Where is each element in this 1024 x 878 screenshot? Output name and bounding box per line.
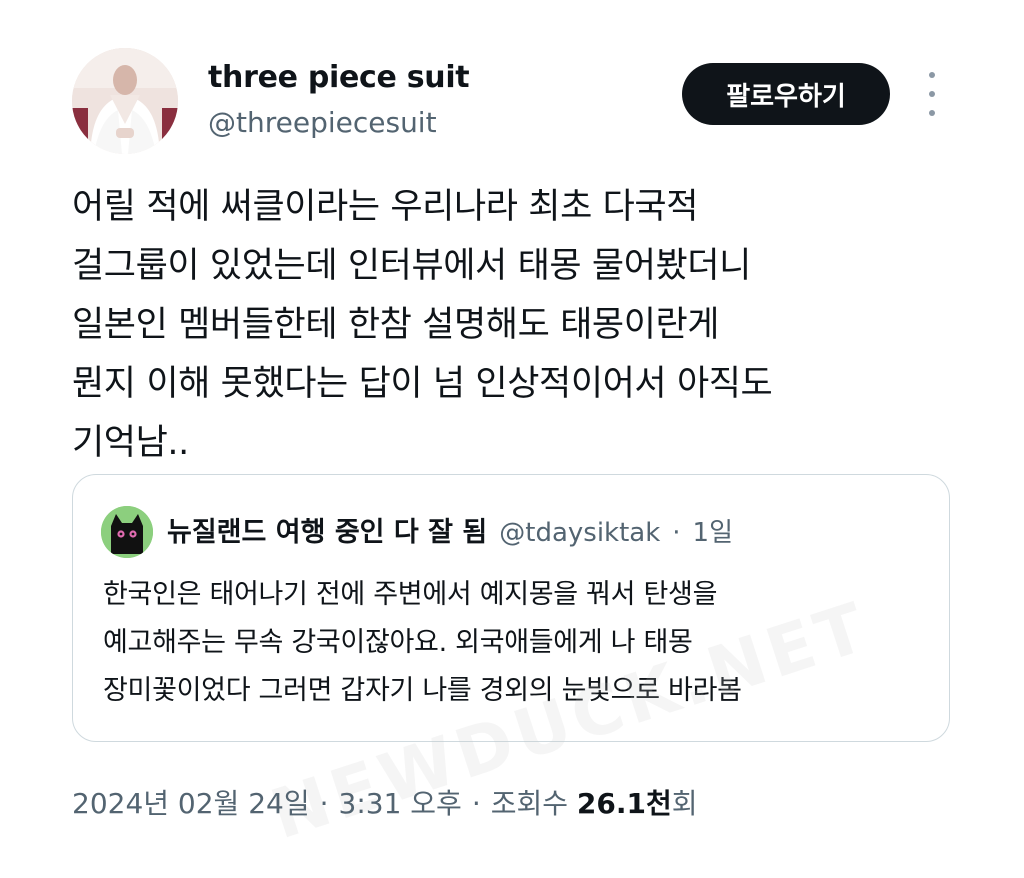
post-text-line: 기억남.. bbox=[72, 423, 189, 463]
views-count: 26.1 bbox=[576, 787, 647, 820]
post-footer: 2024년 02월 24일 · 3:31 오후 · 조회수 26.1천회 bbox=[72, 782, 698, 822]
post-text: 어릴 적에 써클이라는 우리나라 최초 다국적 걸그룹이 있었는데 인터뷰에서 … bbox=[72, 178, 952, 473]
author-avatar[interactable] bbox=[72, 48, 178, 154]
footer-separator: · bbox=[319, 787, 329, 820]
views-label-text: 조회수 bbox=[490, 787, 569, 820]
views-suffix: 회 bbox=[671, 787, 698, 820]
more-vertical-icon[interactable] bbox=[917, 72, 947, 116]
quote-author-avatar[interactable] bbox=[101, 506, 153, 558]
more-dot bbox=[929, 72, 935, 78]
more-dot bbox=[929, 91, 935, 97]
views-unit: 천 bbox=[646, 787, 672, 820]
post-text-line: 뭔지 이해 못했다는 답이 넘 인상적이어서 아직도 bbox=[72, 364, 773, 404]
cat-avatar-icon bbox=[101, 506, 153, 558]
post-text-line: 걸그룹이 있었는데 인터뷰에서 태몽 물어봤더니 bbox=[72, 246, 751, 286]
post-date[interactable]: 2024년 02월 24일 bbox=[72, 782, 310, 822]
author-handle[interactable]: @threepiecesuit bbox=[208, 106, 437, 139]
post-text-line: 일본인 멤버들한테 한참 설명해도 태몽이란게 bbox=[72, 305, 720, 345]
post-header: three piece suit @threepiecesuit 팔로우하기 bbox=[72, 48, 972, 158]
quote-author-name[interactable]: 뉴질랜드 여행 중인 다 잘 됨 bbox=[167, 510, 487, 549]
avatar-photo bbox=[72, 48, 178, 154]
follow-button[interactable]: 팔로우하기 bbox=[682, 63, 890, 125]
author-name[interactable]: three piece suit bbox=[208, 60, 470, 95]
post-text-line: 어릴 적에 써클이라는 우리나라 최초 다국적 bbox=[72, 187, 699, 227]
post-time[interactable]: 3:31 오후 bbox=[339, 782, 462, 822]
views-label: 조회수 26.1천회 bbox=[491, 782, 698, 822]
quote-author-handle[interactable]: @tdaysiktak bbox=[499, 518, 660, 548]
quote-separator: · bbox=[672, 518, 681, 548]
quote-timestamp[interactable]: 1일 bbox=[693, 512, 733, 549]
more-dot bbox=[929, 110, 935, 116]
footer-separator: · bbox=[471, 787, 481, 820]
quote-author-meta: 뉴질랜드 여행 중인 다 잘 됨 @tdaysiktak · 1일 bbox=[167, 510, 733, 549]
